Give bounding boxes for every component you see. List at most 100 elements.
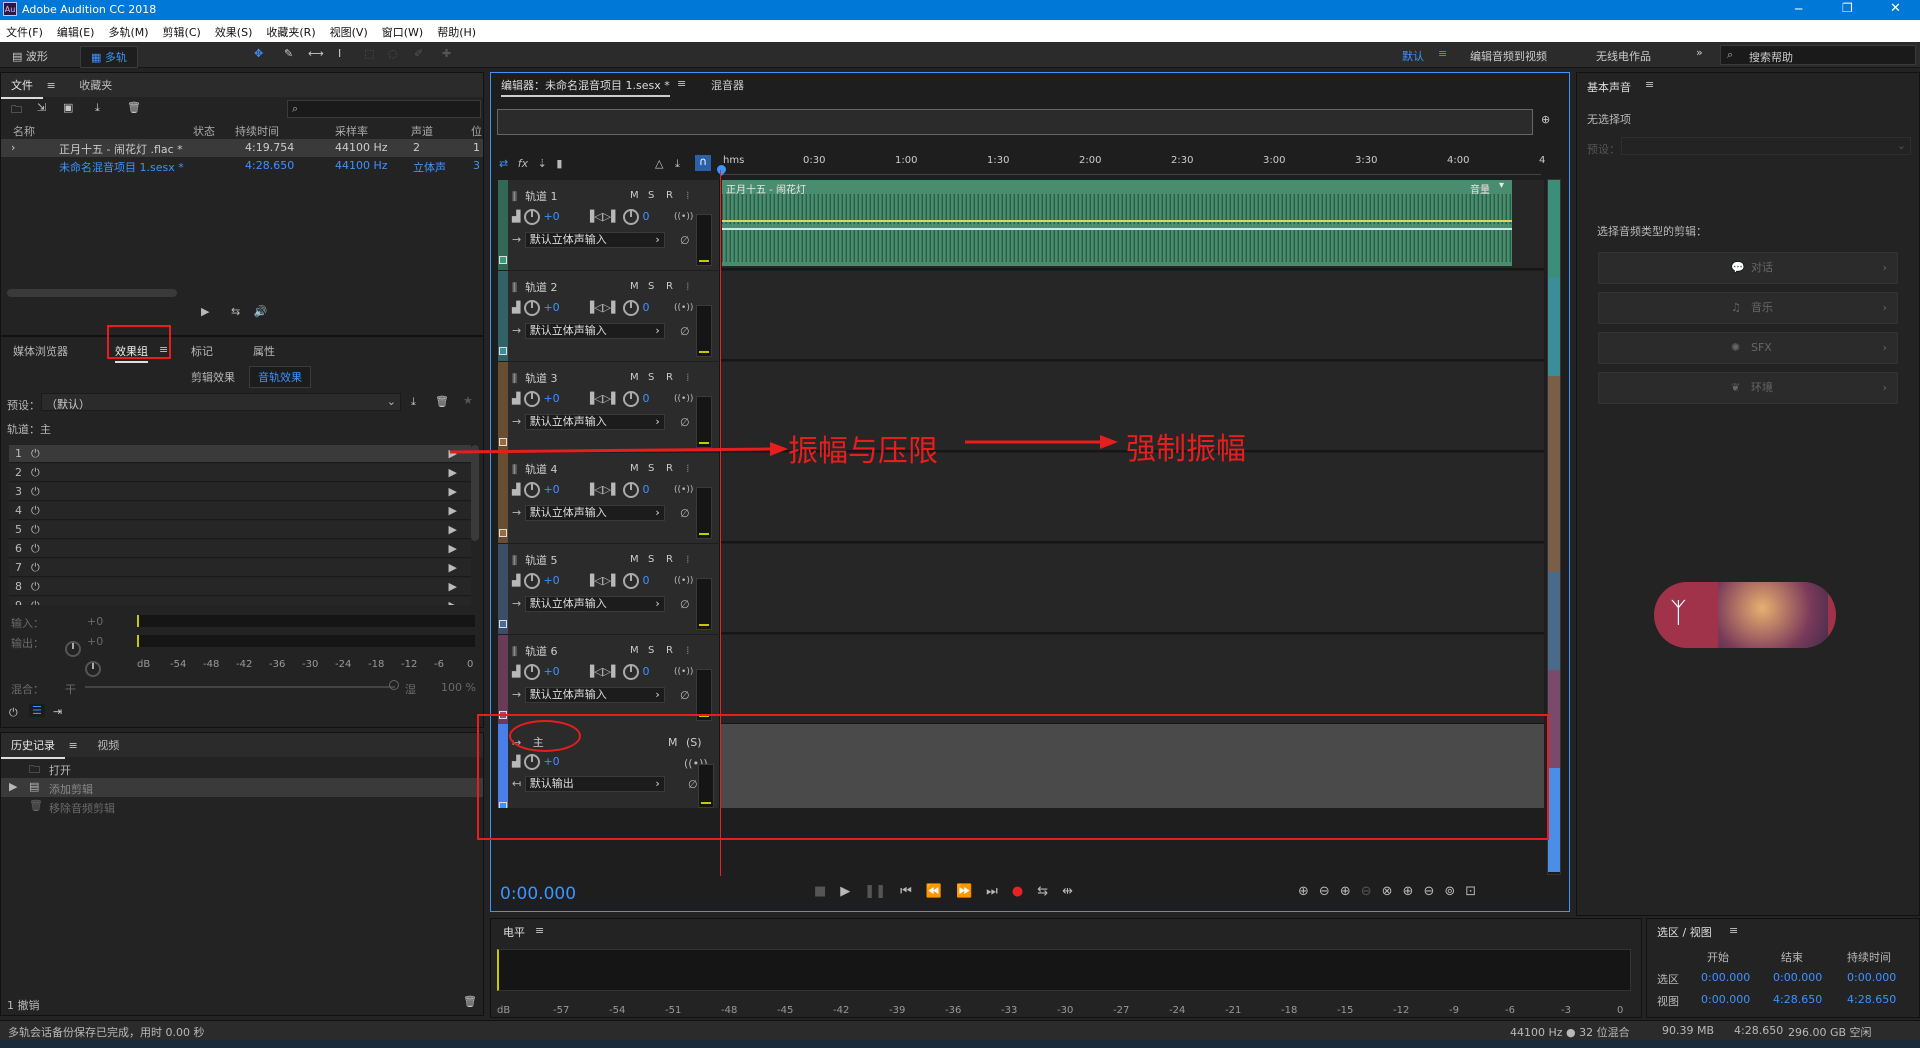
more-workspaces-icon[interactable]: »	[1696, 46, 1703, 59]
track-name[interactable]: 轨道 3	[525, 372, 558, 385]
preview-volume-icon[interactable]: 🔊	[254, 305, 268, 318]
help-search[interactable]: ⌕ 搜索帮助	[1720, 45, 1916, 65]
phase-icon[interactable]: ∅	[680, 598, 690, 611]
tab-editor[interactable]: 编辑器：未命名混音项目 1.sesx *	[501, 77, 670, 97]
power-icon[interactable]: ⏻	[9, 706, 18, 720]
mute-button[interactable]: M	[630, 645, 639, 656]
slip-tool-icon[interactable]: ⟷	[308, 47, 324, 60]
panel-menu-icon[interactable]: ≡	[1729, 924, 1738, 937]
menu-item[interactable]: 编辑(E)	[57, 24, 95, 40]
effect-slot[interactable]: 5 ⏻ ▶	[9, 521, 471, 539]
phase-icon[interactable]: ∅	[680, 325, 690, 338]
rewind-icon[interactable]: ⏪	[926, 884, 942, 899]
power-icon[interactable]: ⏻	[31, 466, 40, 480]
output-gain-knob[interactable]	[84, 661, 101, 677]
monitor-icon[interactable]: ⁞	[686, 189, 690, 202]
tab-properties[interactable]: 属性	[253, 343, 275, 359]
panel-menu-icon[interactable]: ≡	[677, 77, 686, 90]
insert-icon[interactable]: ⤓	[95, 101, 100, 115]
menu-item[interactable]: 窗口(W)	[382, 24, 423, 40]
preset-dropdown[interactable]: （默认） ⌄	[41, 393, 401, 411]
effect-slot[interactable]: 6 ⏻ ▶	[9, 540, 471, 558]
monitor-icon[interactable]: ⁞	[686, 371, 690, 384]
track-input-select[interactable]: 默认立体声输入 ›	[524, 596, 665, 612]
files-scrollbar[interactable]	[7, 289, 177, 297]
pan-knob[interactable]	[623, 391, 640, 407]
zoom-selection-icon[interactable]: ⊗	[1382, 884, 1393, 899]
power-icon[interactable]: ⏻	[31, 580, 40, 594]
slot-menu-icon[interactable]: ▶	[449, 580, 457, 593]
loop-icon[interactable]: ⇄	[499, 157, 508, 170]
power-icon[interactable]: ⏻	[31, 523, 40, 537]
slot-menu-icon[interactable]: ▶	[449, 561, 457, 574]
volume-knob[interactable]	[523, 391, 540, 407]
workspace-radio[interactable]: 无线电作品	[1596, 48, 1651, 64]
track-name[interactable]: 轨道 2	[525, 281, 558, 294]
go-to-end-icon[interactable]: ⏭	[986, 884, 998, 899]
metronome-icon[interactable]: △	[655, 157, 663, 170]
mute-button[interactable]: M	[630, 190, 639, 201]
new-file-icon[interactable]: ▣	[63, 101, 73, 114]
panel-menu-icon[interactable]: ≡	[535, 924, 544, 937]
col-channels[interactable]: 声道	[411, 123, 433, 139]
track-select-box[interactable]	[499, 347, 507, 355]
save-preset-icon[interactable]: ⤓	[411, 395, 416, 409]
monitor-icon[interactable]: ⁞	[686, 644, 690, 657]
fx-icon[interactable]: fx	[518, 157, 528, 170]
col-bits[interactable]: 位	[471, 123, 482, 139]
sends-icon[interactable]: ⇣	[538, 157, 547, 170]
mix-slider[interactable]	[85, 686, 395, 688]
record-arm-button[interactable]: R	[666, 190, 673, 201]
sel-duration[interactable]: 0:00.000	[1847, 971, 1896, 984]
sound-type-button[interactable]: ♫ 音乐 ›	[1598, 292, 1898, 324]
track-select-box[interactable]	[499, 529, 507, 537]
workspace-edit-video[interactable]: 编辑音频到视频	[1470, 48, 1547, 64]
playhead-line[interactable]	[720, 170, 721, 876]
panel-menu-icon[interactable]: ≡	[69, 739, 78, 752]
tab-media-browser[interactable]: 媒体浏览器	[13, 343, 68, 359]
solo-button[interactable]: S	[648, 372, 654, 383]
mute-button[interactable]: M	[630, 554, 639, 565]
snap-icon[interactable]: ⤓	[675, 157, 680, 171]
preview-play-icon[interactable]: ▶	[201, 305, 209, 318]
essential-preset-dropdown[interactable]: ⌄	[1621, 137, 1911, 155]
col-name[interactable]: 名称	[13, 123, 35, 139]
effect-slot[interactable]: 9 ⏻ ▶	[9, 597, 471, 605]
tab-markers[interactable]: 标记	[191, 343, 213, 359]
pan-knob[interactable]	[623, 209, 640, 225]
zoom-all-icon[interactable]: ⊡	[1465, 884, 1476, 899]
solo-button[interactable]: S	[648, 645, 654, 656]
multitrack-view-button[interactable]: ▦ 多轨	[80, 46, 138, 68]
stop-icon[interactable]: ■	[814, 884, 826, 899]
brush-tool-icon[interactable]: ✐	[414, 47, 423, 60]
power-icon[interactable]: ⏻	[31, 504, 40, 518]
workspace-default[interactable]: 默认	[1402, 48, 1424, 64]
sel-end[interactable]: 0:00.000	[1773, 971, 1822, 984]
volume-knob[interactable]	[523, 664, 540, 680]
col-rate[interactable]: 采样率	[335, 123, 368, 139]
effect-slot[interactable]: 3 ⏻ ▶	[9, 483, 471, 501]
maximize-button[interactable]: ❐	[1842, 1, 1853, 15]
effect-slot[interactable]: 2 ⏻ ▶	[9, 464, 471, 482]
power-icon[interactable]: ⏻	[31, 485, 40, 499]
skip-selection-icon[interactable]: ⇹	[1062, 884, 1073, 899]
pan-knob[interactable]	[623, 664, 640, 680]
effect-slot[interactable]: 8 ⏻ ▶	[9, 578, 471, 596]
preview-loop-icon[interactable]: ⇆	[231, 305, 240, 318]
panel-menu-icon[interactable]: ≡	[1645, 78, 1654, 91]
history-item[interactable]: 🗀 打开	[1, 759, 483, 778]
menu-item[interactable]: 视图(V)	[330, 24, 368, 40]
volume-envelope[interactable]	[722, 220, 1512, 222]
marquee-tool-icon[interactable]: ⬚	[364, 47, 374, 60]
history-item[interactable]: 🗑 移除音频剪辑	[1, 797, 483, 816]
record-arm-button[interactable]: R	[666, 372, 673, 383]
waveform-view-button[interactable]: ▤ 波形	[6, 46, 54, 66]
list-icon[interactable]: ☰	[29, 704, 45, 717]
effect-slot[interactable]: 1 ⏻ ▶	[9, 445, 471, 463]
menu-item[interactable]: 帮助(H)	[437, 24, 476, 40]
tab-mixer[interactable]: 混音器	[711, 77, 744, 93]
track-input-select[interactable]: 默认立体声输入 ›	[524, 323, 665, 339]
monitor-icon[interactable]: ⁞	[686, 280, 690, 293]
track-input-select[interactable]: 默认立体声输入 ›	[524, 505, 665, 521]
tab-files[interactable]: 文件	[1, 73, 43, 99]
